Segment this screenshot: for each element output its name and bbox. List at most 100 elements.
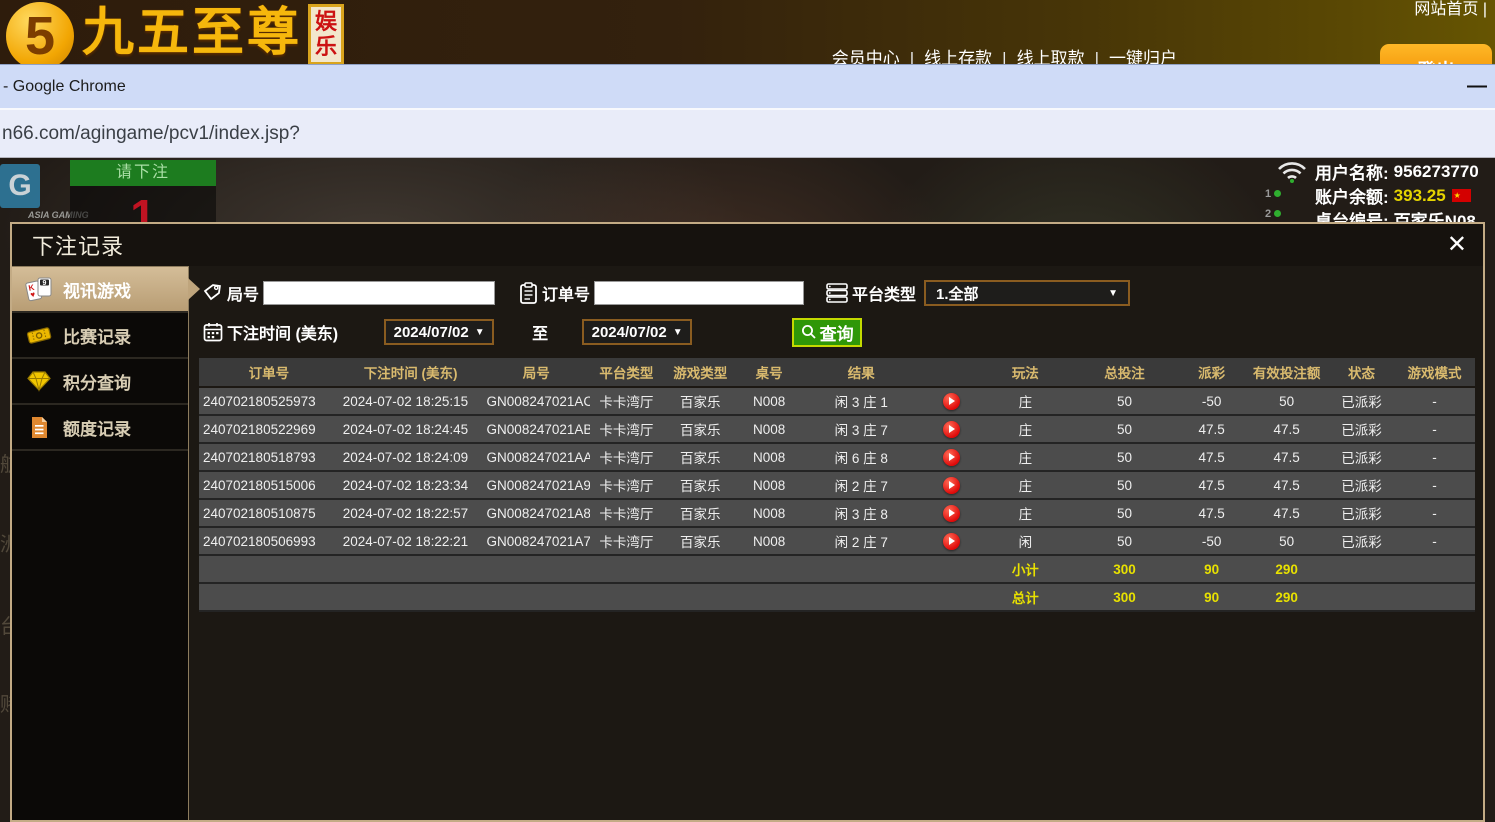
search-button[interactable]: 查询 (792, 318, 862, 347)
cell-table-no: N008 (738, 471, 801, 499)
minimize-icon[interactable]: — (1467, 75, 1487, 98)
platform-select[interactable]: 1.全部 ▼ (924, 280, 1130, 306)
summary-valid-bet: 290 (1244, 583, 1329, 611)
chevron-down-icon: ▼ (475, 327, 485, 338)
china-flag-icon: ★ (1452, 189, 1471, 202)
cell-replay (922, 499, 981, 527)
sidebar-tab-4[interactable]: 额度记录 (12, 405, 188, 451)
cell-table-no: N008 (738, 387, 801, 415)
asia-gaming-g-icon: G (0, 164, 40, 208)
cell-game-mode: - (1394, 499, 1475, 527)
date-to-value: 2024/07/02 (592, 324, 667, 341)
cell-round: GN008247021AB (483, 415, 590, 443)
summary-spacer (1329, 583, 1475, 611)
cell-result: 闲 2 庄 7 (801, 471, 923, 499)
svg-text:9: 9 (43, 280, 47, 287)
table-row: 2407021805259732024-07-02 18:25:15GN0082… (199, 387, 1475, 415)
table-header-4: 平台类型 (590, 358, 663, 387)
cell-bet-time: 2024-07-02 18:22:21 (339, 527, 483, 555)
cell-payout: 47.5 (1179, 443, 1244, 471)
round-input[interactable] (263, 281, 495, 305)
cell-platform: 卡卡湾厅 (590, 443, 663, 471)
date-from-select[interactable]: 2024/07/02 ▼ (384, 319, 494, 345)
table-header-13: 状态 (1329, 358, 1394, 387)
search-form-row-2: 下注时间 (美东) 2024/07/02 ▼ 至 2024/07/02 ▼ 查询 (199, 316, 1475, 348)
cell-order: 240702180510875 (199, 499, 339, 527)
cell-valid-bet: 47.5 (1244, 443, 1329, 471)
cell-play-type: 庄 (981, 387, 1070, 415)
cell-game-mode: - (1394, 415, 1475, 443)
cell-result: 闲 3 庄 8 (801, 499, 923, 527)
cell-replay (922, 471, 981, 499)
platform-label: 平台类型 (852, 281, 916, 305)
table-header-8 (922, 358, 981, 387)
to-label: 至 (532, 320, 548, 344)
marker-1: 1 (1265, 188, 1271, 200)
table-row: 2407021805108752024-07-02 18:22:57GN0082… (199, 499, 1475, 527)
url-text[interactable]: n66.com/agingame/pcv1/index.jsp? (2, 123, 300, 145)
cell-round: GN008247021AA (483, 443, 590, 471)
table-row: 2407021805187932024-07-02 18:24:09GN0082… (199, 443, 1475, 471)
cell-game-type: 百家乐 (663, 527, 738, 555)
cell-play-type: 庄 (981, 443, 1070, 471)
replay-button[interactable] (943, 533, 960, 550)
cell-round: GN008247021A8 (483, 499, 590, 527)
bet-records-table: 订单号下注时间 (美东)局号平台类型游戏类型桌号结果玩法总投注派彩有效投注额状态… (199, 358, 1475, 612)
cell-status: 已派彩 (1329, 499, 1394, 527)
ticket-icon (25, 324, 53, 346)
total-row: 总计30090290 (199, 583, 1475, 611)
cell-platform: 卡卡湾厅 (590, 387, 663, 415)
platform-selected-value: 1.全部 (936, 283, 979, 304)
cell-payout: 47.5 (1179, 471, 1244, 499)
search-icon (801, 324, 817, 340)
cell-valid-bet: 50 (1244, 387, 1329, 415)
summary-spacer (199, 583, 981, 611)
cell-payout: -50 (1179, 387, 1244, 415)
cell-result: 闲 3 庄 7 (801, 415, 923, 443)
order-input[interactable] (594, 281, 804, 305)
cell-table-no: N008 (738, 499, 801, 527)
cell-platform: 卡卡湾厅 (590, 471, 663, 499)
sidebar-tab-label: 视讯游戏 (63, 277, 131, 302)
cell-play-type: 庄 (981, 471, 1070, 499)
chrome-titlebar: - Google Chrome — (0, 64, 1495, 108)
replay-button[interactable] (943, 393, 960, 410)
replay-button[interactable] (943, 477, 960, 494)
summary-total-bet: 300 (1070, 555, 1179, 583)
summary-valid-bet: 290 (1244, 555, 1329, 583)
balance-label: 账户余额: (1315, 183, 1389, 208)
cell-total-bet: 50 (1070, 471, 1179, 499)
sidebar-tab-label: 比赛记录 (63, 323, 131, 348)
home-link[interactable]: 网站首页 | (1414, 0, 1487, 19)
replay-button[interactable] (943, 449, 960, 466)
replay-button[interactable] (943, 421, 960, 438)
close-icon[interactable]: ✕ (1447, 233, 1467, 257)
summary-payout: 90 (1179, 583, 1244, 611)
date-to-select[interactable]: 2024/07/02 ▼ (582, 319, 692, 345)
cell-status: 已派彩 (1329, 415, 1394, 443)
cell-platform: 卡卡湾厅 (590, 527, 663, 555)
document-icon (25, 416, 53, 439)
cell-replay (922, 527, 981, 555)
cell-valid-bet: 47.5 (1244, 415, 1329, 443)
cell-total-bet: 50 (1070, 415, 1179, 443)
cell-bet-time: 2024-07-02 18:22:57 (339, 499, 483, 527)
sidebar-tab-1[interactable]: K♥9视讯游戏 (12, 267, 188, 313)
cell-game-type: 百家乐 (663, 387, 738, 415)
chrome-urlbar[interactable]: n66.com/agingame/pcv1/index.jsp? (0, 108, 1495, 158)
bet-time-label: 下注时间 (美东) (227, 320, 338, 344)
sidebar-tab-3[interactable]: 积分查询 (12, 359, 188, 405)
balance-value: 393.25 (1394, 186, 1446, 206)
cell-total-bet: 50 (1070, 387, 1179, 415)
cell-table-no: N008 (738, 415, 801, 443)
table-header-2: 下注时间 (美东) (339, 358, 483, 387)
cell-total-bet: 50 (1070, 499, 1179, 527)
cell-order: 240702180525973 (199, 387, 339, 415)
cell-status: 已派彩 (1329, 471, 1394, 499)
site-logo: 5 九五至尊 娱乐 (6, 0, 344, 70)
replay-button[interactable] (943, 505, 960, 522)
cell-bet-time: 2024-07-02 18:24:45 (339, 415, 483, 443)
cell-status: 已派彩 (1329, 527, 1394, 555)
sidebar-tab-2[interactable]: 比赛记录 (12, 313, 188, 359)
search-form-row-1: 局号 订单号 平台类型 1.全部 ▼ (199, 278, 1475, 308)
